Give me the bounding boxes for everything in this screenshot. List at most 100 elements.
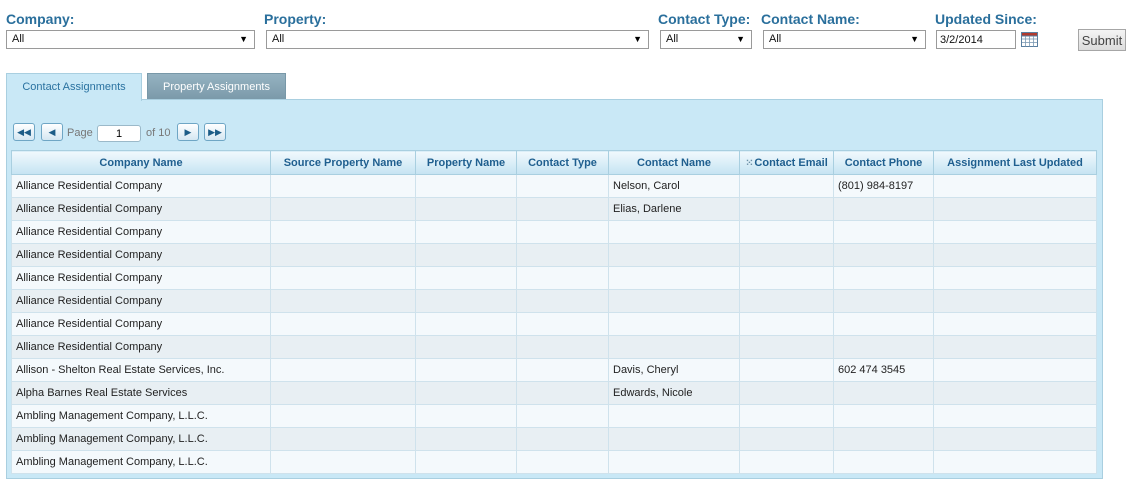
company-select-value: All [12,33,25,45]
table-row[interactable]: Alliance Residential Company Nelson, Caro… [11,174,1097,198]
updated-since-input[interactable] [936,30,1016,49]
table-cell-contact-name: Edwards, Nicole [608,381,740,405]
first-page-button[interactable]: ◀◀ [13,123,35,141]
column-header-assignment-last-updated[interactable]: Assignment Last Updated [933,150,1097,175]
company-select[interactable]: All ▼ [6,30,255,49]
table-cell-assignment-last-updated [933,358,1097,382]
table-cell-contact-email [739,404,834,428]
table-cell-contact-email [739,427,834,451]
table-cell-company-name: Alliance Residential Company [11,174,271,198]
table-cell-contact-name [608,335,740,359]
updated-since-label: Updated Since: [935,11,1037,27]
table-cell-contact-phone [833,404,934,428]
column-header-source-property-name[interactable]: Source Property Name [270,150,416,175]
table-cell-company-name: Alliance Residential Company [11,197,271,221]
table-row[interactable]: Alliance Residential Company [11,220,1097,244]
table-cell-property-name [415,220,517,244]
table-cell-contact-phone: (801) 984-8197 [833,174,934,198]
table-cell-contact-name [608,450,740,474]
table-cell-contact-phone [833,335,934,359]
table-cell-assignment-last-updated [933,289,1097,313]
page-number-input[interactable] [97,125,141,142]
table-cell-property-name [415,335,517,359]
table-cell-contact-type [516,220,609,244]
table-cell-contact-phone: 602 474 3545 [833,358,934,382]
table-body: Alliance Residential Company Nelson, Caro… [11,174,1097,474]
table-cell-assignment-last-updated [933,312,1097,336]
last-page-button[interactable]: ▶▶ [204,123,226,141]
column-header-label: Property Name [426,156,506,169]
table-cell-company-name: Allison - Shelton Real Estate Services, … [11,358,271,382]
contact-type-select-value: All [666,33,679,45]
next-page-button[interactable]: ▶ [177,123,199,141]
table-cell-contact-name [608,289,740,313]
table-cell-source-property-name [270,450,416,474]
table-cell-company-name: Alliance Residential Company [11,289,271,313]
column-header-contact-phone[interactable]: Contact Phone [833,150,934,175]
table-cell-contact-type [516,243,609,267]
prev-page-button[interactable]: ◀ [41,123,63,141]
table-cell-property-name [415,450,517,474]
table-cell-contact-email [739,266,834,290]
table-row[interactable]: Alliance Residential Company [11,289,1097,313]
table-cell-company-name: Alliance Residential Company [11,312,271,336]
column-header-contact-type[interactable]: Contact Type [516,150,609,175]
table-row[interactable]: Alliance Residential Company [11,266,1097,290]
table-cell-contact-email [739,312,834,336]
chevron-down-icon: ▼ [633,34,642,44]
table-row[interactable]: Ambling Management Company, L.L.C. [11,450,1097,474]
table-row[interactable]: Alliance Residential Company [11,335,1097,359]
contact-name-select-value: All [769,33,782,45]
chevron-down-icon: ▼ [736,34,745,44]
column-header-property-name[interactable]: Property Name [415,150,517,175]
column-header-label: Contact Type [528,156,597,169]
property-filter-label: Property: [264,11,327,27]
tab-contact-assignments[interactable]: Contact Assignments [6,73,142,101]
table-row[interactable]: Alpha Barnes Real Estate Services Edwards… [11,381,1097,405]
table-cell-contact-phone [833,197,934,221]
table-cell-contact-name [608,404,740,428]
table-cell-assignment-last-updated [933,266,1097,290]
table-cell-contact-phone [833,289,934,313]
table-row[interactable]: Alliance Residential Company [11,312,1097,336]
table-cell-company-name: Alliance Residential Company [11,266,271,290]
table-row[interactable]: Alliance Residential Company [11,243,1097,267]
table-cell-assignment-last-updated [933,381,1097,405]
property-select[interactable]: All ▼ [266,30,649,49]
submit-button[interactable]: Submit [1078,29,1126,51]
table-cell-contact-name: Davis, Cheryl [608,358,740,382]
table-cell-contact-type [516,197,609,221]
table-cell-company-name: Ambling Management Company, L.L.C. [11,450,271,474]
column-header-label: Contact Phone [844,156,923,169]
column-header-company-name[interactable]: Company Name [11,150,271,175]
table-cell-assignment-last-updated [933,174,1097,198]
contact-assignments-table: Company Name Source Property Name Property… [11,150,1097,474]
table-cell-contact-phone [833,243,934,267]
table-cell-assignment-last-updated [933,427,1097,451]
column-header-contact-email[interactable]: ⁙ Contact Email [739,150,834,175]
table-cell-contact-type [516,266,609,290]
calendar-icon[interactable] [1021,32,1038,47]
table-cell-source-property-name [270,197,416,221]
table-cell-contact-name [608,243,740,267]
contact-name-select[interactable]: All ▼ [763,30,926,49]
column-header-contact-name[interactable]: Contact Name [608,150,740,175]
column-header-label: Assignment Last Updated [947,156,1083,169]
table-cell-contact-email [739,197,834,221]
table-row[interactable]: Ambling Management Company, L.L.C. [11,404,1097,428]
table-header: Company Name Source Property Name Property… [11,150,1097,175]
table-cell-contact-phone [833,312,934,336]
table-row[interactable]: Alliance Residential Company Elias, Darle… [11,197,1097,221]
table-row[interactable]: Ambling Management Company, L.L.C. [11,427,1097,451]
table-cell-source-property-name [270,381,416,405]
tab-property-assignments[interactable]: Property Assignments [147,73,286,99]
table-cell-assignment-last-updated [933,197,1097,221]
property-select-value: All [272,33,285,45]
contact-type-select[interactable]: All ▼ [660,30,752,49]
chevron-down-icon: ▼ [239,34,248,44]
table-cell-assignment-last-updated [933,220,1097,244]
column-header-label: Contact Name [637,156,711,169]
table-row[interactable]: Allison - Shelton Real Estate Services, … [11,358,1097,382]
table-cell-source-property-name [270,358,416,382]
table-cell-source-property-name [270,243,416,267]
